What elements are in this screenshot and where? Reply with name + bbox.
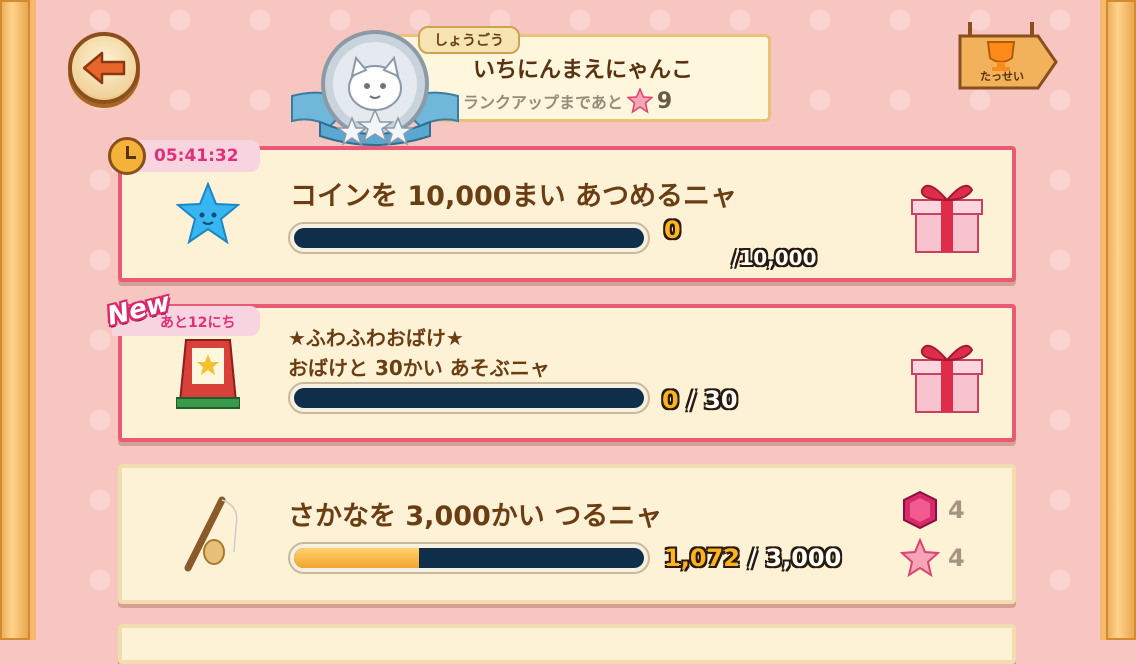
left-frame <box>0 0 36 640</box>
player-title: いちにんまえにゃんこ <box>472 58 693 83</box>
progress-bar <box>288 542 650 574</box>
back-arrow-icon <box>82 51 126 85</box>
mission-timer: 05:41:32 <box>154 146 239 166</box>
reward-gem: 4 <box>900 490 965 530</box>
achievement-label: たっせい <box>980 70 1024 83</box>
progress-count: 0 / 30 <box>662 386 738 414</box>
reward-star: 4 <box>900 538 965 578</box>
mission-text: さかなを 3,000かい つるニャ <box>288 501 663 532</box>
sign-board-icon <box>176 339 240 409</box>
progress-total: / 30 <box>678 386 738 414</box>
progress-count: 0 <box>664 216 681 244</box>
reward-count: 4 <box>948 544 965 572</box>
reward-count: 4 <box>948 496 965 524</box>
mission-card-next[interactable] <box>118 624 1016 664</box>
fishing-rod-icon <box>184 496 238 572</box>
gift-box-icon[interactable] <box>908 336 986 416</box>
rank-up-info: ランクアップまであと 9 <box>463 88 672 114</box>
right-frame <box>1100 0 1136 640</box>
mission-card-fishing[interactable] <box>118 464 1016 604</box>
gift-box-icon[interactable] <box>908 176 986 256</box>
progress-value: 1,072 <box>664 544 740 572</box>
event-title: ★ふわふわおばけ★ <box>288 326 464 350</box>
mission-text: おばけと 30かい あそぶニャ <box>288 356 550 380</box>
progress-total: / 3,000 <box>739 544 842 572</box>
rank-up-count: 9 <box>656 88 673 114</box>
title-tag: しょうごう <box>418 26 520 54</box>
timer-tab: 05:41:32 <box>108 137 260 175</box>
progress-bar <box>288 382 650 414</box>
progress-fill <box>294 548 419 568</box>
progress-value: 0 <box>662 386 679 414</box>
progress-count: 1,072 / 3,000 <box>664 544 841 572</box>
mission-text: コインを 10,000まい あつめるニャ <box>290 181 737 212</box>
clock-icon <box>108 137 146 175</box>
progress-bar <box>288 222 650 254</box>
ruby-gem-icon <box>903 490 937 530</box>
rank-up-label: ランクアップまであと <box>463 93 623 112</box>
pink-star-icon <box>900 538 940 578</box>
progress-total: /10,000 <box>732 246 817 270</box>
pink-star-icon <box>626 88 653 114</box>
back-button[interactable] <box>68 32 140 104</box>
blue-star-icon <box>176 182 240 245</box>
